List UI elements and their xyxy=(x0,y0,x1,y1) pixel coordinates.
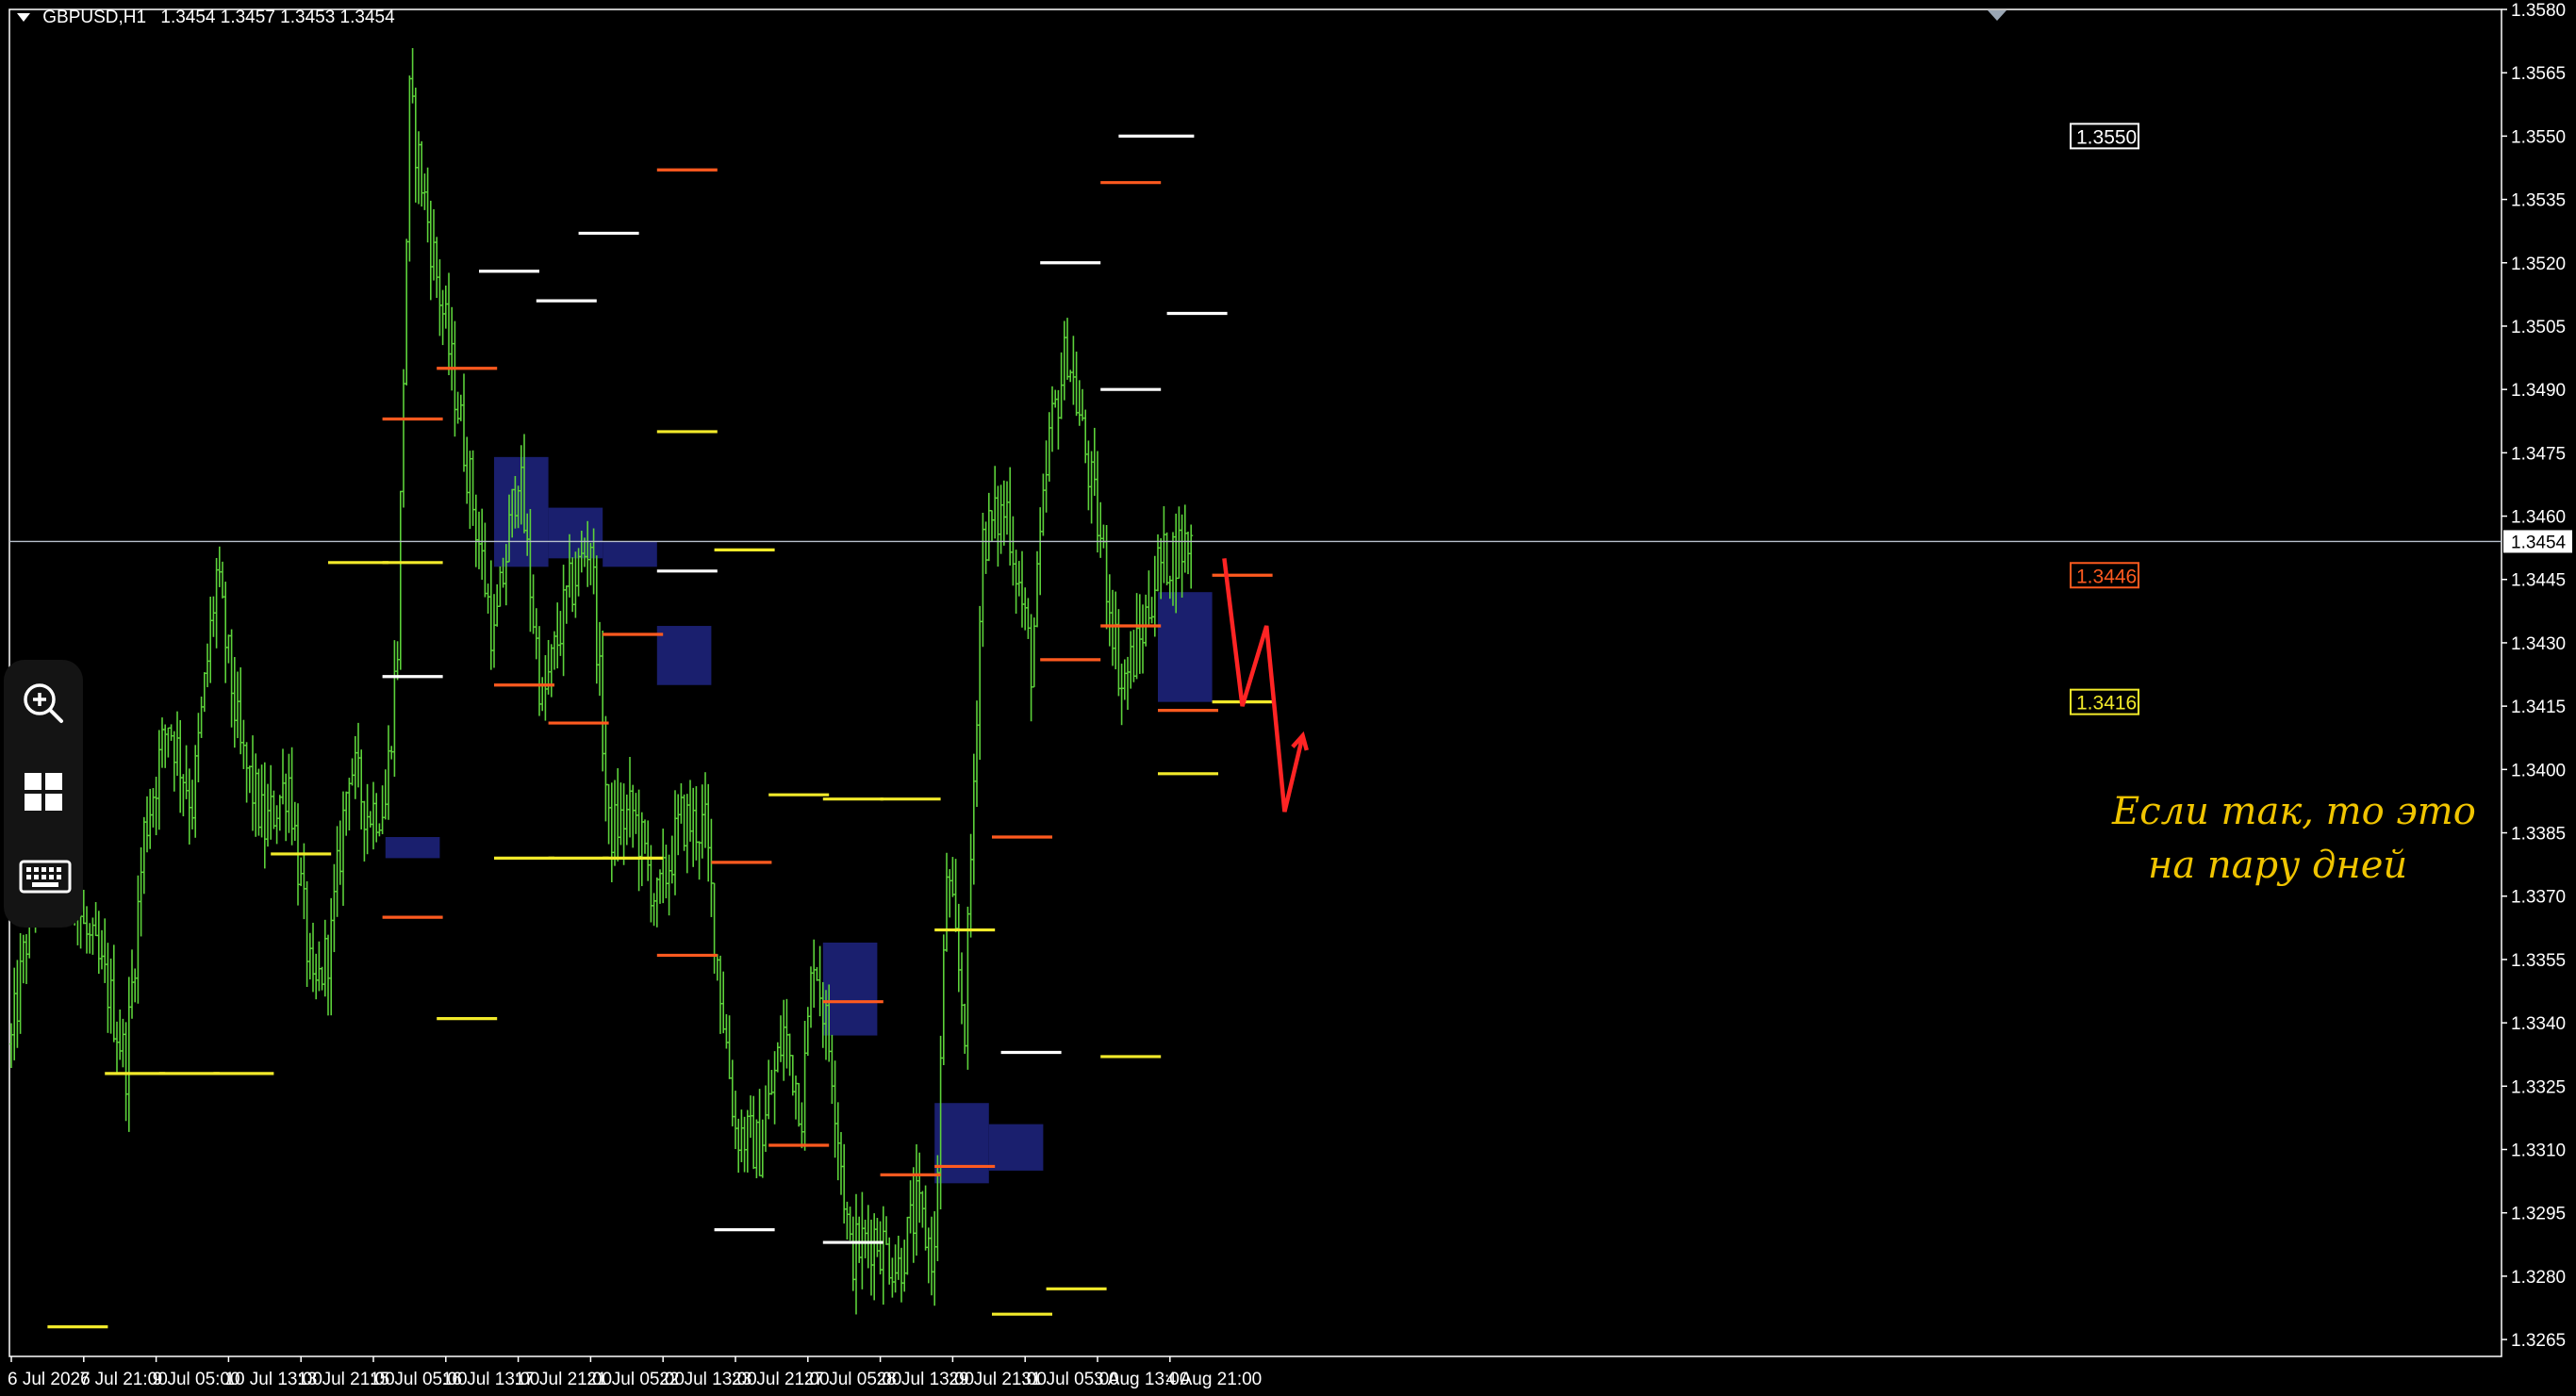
y-tick-label: 1.3400 xyxy=(2511,761,2566,780)
projection-path xyxy=(1222,558,1309,813)
y-tick-label: 1.3505 xyxy=(2511,318,2566,337)
zone-rect xyxy=(656,626,712,685)
price-labels: 1.3550 1.3446 1.3416 xyxy=(2070,123,2139,715)
zone-rect xyxy=(385,837,440,859)
floating-toolbar xyxy=(4,660,83,928)
chart-header: GBPUSD,H1 1.3454 1.3457 1.3453 1.3454 xyxy=(17,8,395,28)
y-tick-label: 1.3415 xyxy=(2511,698,2566,717)
zone-rect xyxy=(988,1124,1044,1171)
projection-line xyxy=(1222,558,1305,813)
y-tick-label: 1.3535 xyxy=(2511,191,2566,211)
y-tick-label: 1.3565 xyxy=(2511,64,2566,84)
y-tick-label: 1.3580 xyxy=(2511,1,2566,21)
y-tick-label: 1.3490 xyxy=(2511,381,2566,401)
x-tick-label: 6 Jul 2026 xyxy=(8,1370,91,1389)
y-tick-label: 1.3280 xyxy=(2511,1268,2566,1288)
y-tick-label: 1.3295 xyxy=(2511,1205,2566,1224)
supply-demand-zones xyxy=(385,456,1213,1184)
y-tick-label: 1.3550 xyxy=(2511,127,2566,147)
price-axis[interactable]: 1.3580 1.3565 1.3550 1.3535 1.3520 1.3505 1.34… xyxy=(2502,1,2572,1351)
y-tick-label: 1.3340 xyxy=(2511,1014,2566,1034)
current-price-label: 1.3454 xyxy=(2511,533,2567,552)
zone-rect xyxy=(603,541,657,567)
zoom-in-icon[interactable] xyxy=(19,679,68,728)
x-tick-label: 4 Aug 21:00 xyxy=(1166,1370,1262,1389)
y-tick-label: 1.3445 xyxy=(2511,571,2566,591)
price-label-text: 1.3446 xyxy=(2076,566,2137,587)
zone-rect xyxy=(1158,592,1213,702)
symbol-label: GBPUSD,H1 xyxy=(42,8,147,27)
zone-rect xyxy=(934,1103,989,1184)
grid-icon[interactable] xyxy=(19,767,68,816)
y-tick-label: 1.3310 xyxy=(2511,1141,2566,1160)
y-tick-label: 1.3325 xyxy=(2511,1077,2566,1097)
keyboard-icon[interactable] xyxy=(19,852,72,901)
handwritten-note-line1: Если так, то это xyxy=(2112,790,2476,833)
shift-marker-icon xyxy=(1988,10,2006,21)
price-label-text: 1.3550 xyxy=(2076,126,2137,148)
chart-frame xyxy=(8,8,2502,1357)
y-tick-label: 1.3355 xyxy=(2511,951,2566,971)
y-tick-label: 1.3370 xyxy=(2511,888,2566,908)
level-lines xyxy=(9,134,2502,1329)
chart-border xyxy=(8,8,2502,1357)
handwritten-note-line2: на пару дней xyxy=(2148,844,2408,887)
time-axis[interactable]: 6 Jul 20267 Jul 21:009 Jul 05:0010 Jul 1… xyxy=(8,1356,1262,1389)
y-tick-label: 1.3460 xyxy=(2511,508,2566,528)
dropdown-triangle-icon[interactable] xyxy=(17,13,30,23)
y-tick-label: 1.3430 xyxy=(2511,634,2566,654)
quote-label: 1.3454 1.3457 1.3453 1.3454 xyxy=(160,8,395,27)
y-tick-label: 1.3475 xyxy=(2511,444,2566,464)
zone-rect xyxy=(548,507,603,559)
price-chart[interactable]: 1.3580 1.3565 1.3550 1.3535 1.3520 1.3505 1.34… xyxy=(0,0,2576,1396)
y-tick-label: 1.3265 xyxy=(2511,1331,2566,1351)
y-tick-label: 1.3520 xyxy=(2511,255,2566,274)
zone-rect xyxy=(822,942,878,1036)
y-tick-label: 1.3385 xyxy=(2511,825,2566,845)
price-label-text: 1.3416 xyxy=(2076,693,2137,714)
